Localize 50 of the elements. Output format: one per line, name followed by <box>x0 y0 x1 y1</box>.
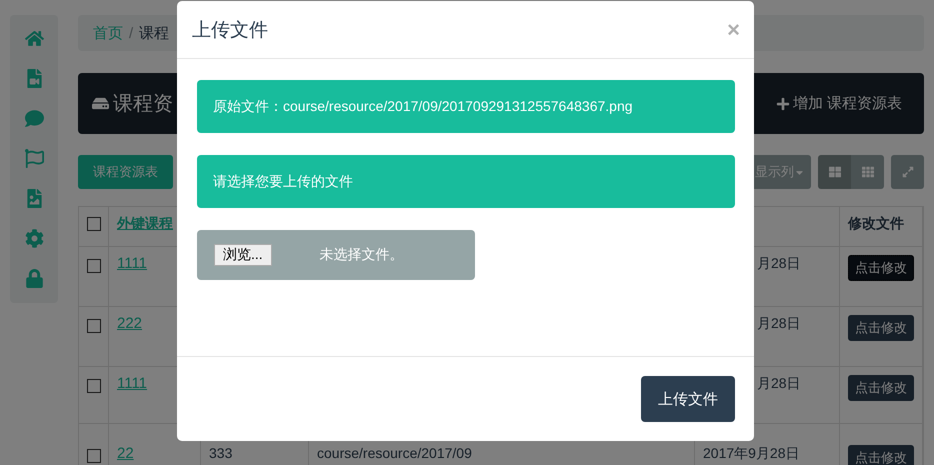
fullscreen-button[interactable] <box>891 155 924 189</box>
page-title: 课程资 <box>92 90 173 117</box>
table-link[interactable]: 222 <box>117 315 142 332</box>
table-link[interactable]: 22 <box>117 445 134 462</box>
add-button[interactable]: 增加 课程资源表 <box>776 94 902 113</box>
checkbox[interactable] <box>87 217 101 231</box>
edit-button[interactable]: 点击修改 <box>848 375 914 401</box>
plus-icon <box>776 96 790 110</box>
table-cell: 333 <box>209 445 232 461</box>
drive-icon <box>92 95 109 112</box>
prompt-alert: 请选择您要上传的文件 <box>197 155 735 208</box>
close-button[interactable]: × <box>727 16 740 42</box>
expand-icon <box>902 166 914 178</box>
column-header: 修改文件 <box>848 215 904 231</box>
dialog-title: 上传文件 <box>192 18 268 42</box>
file-status: 未选择文件。 <box>320 246 404 264</box>
grid-icon <box>828 166 840 178</box>
upload-button[interactable]: 上传文件 <box>641 376 735 422</box>
speech-bubble-icon[interactable] <box>24 109 44 128</box>
table-cell: 月28日 <box>757 255 801 271</box>
image-file-icon[interactable] <box>24 189 44 208</box>
settings-icon[interactable] <box>24 229 44 248</box>
checkbox[interactable] <box>87 259 101 273</box>
column-header[interactable]: 外键课程 <box>117 215 173 231</box>
browse-button[interactable]: 浏览... <box>214 244 272 266</box>
table-cell: course/resource/2017/09 <box>317 445 472 461</box>
checkbox[interactable] <box>87 379 101 393</box>
breadcrumb-separator: / <box>129 24 134 42</box>
table-cell: 2017年9月28日 <box>703 445 800 461</box>
breadcrumb-item: 课程 <box>139 24 170 42</box>
video-file-icon[interactable] <box>24 69 44 88</box>
flag-icon[interactable] <box>24 149 44 168</box>
table-link[interactable]: 1111 <box>117 375 148 392</box>
original-file-alert: 原始文件：course/resource/2017/09/201709291312557648367.png <box>197 80 735 133</box>
breadcrumb-link[interactable]: 首页 <box>93 24 123 42</box>
file-input[interactable]: 浏览... 未选择文件。 <box>197 230 475 280</box>
table-button[interactable]: 课程资源表 <box>78 155 173 189</box>
edit-button[interactable]: 点击修改 <box>848 315 914 341</box>
view-toggle[interactable] <box>818 155 851 189</box>
edit-button[interactable]: 点击修改 <box>848 255 914 281</box>
table-link[interactable]: 1111 <box>117 255 148 272</box>
grid-icon <box>862 166 874 178</box>
edit-button[interactable]: 点击修改 <box>848 445 914 465</box>
table-cell: 月28日 <box>757 375 801 391</box>
table-cell: 月28日 <box>757 315 801 331</box>
checkbox[interactable] <box>87 319 101 333</box>
lock-icon[interactable] <box>24 269 44 288</box>
home-icon[interactable] <box>24 29 44 48</box>
view-toggle[interactable] <box>851 155 884 189</box>
checkbox[interactable] <box>87 449 101 463</box>
